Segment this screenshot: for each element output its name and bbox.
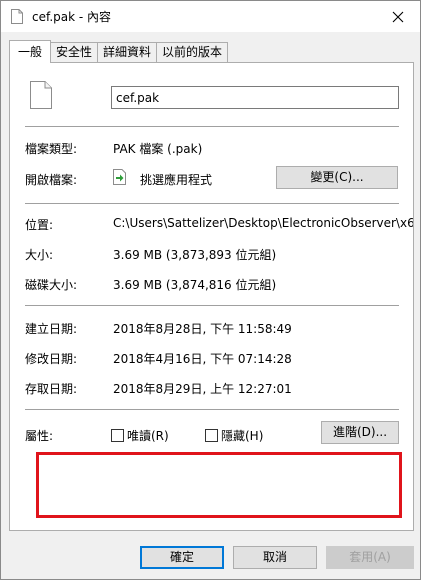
readonly-checkbox-box[interactable] — [111, 429, 124, 442]
window-title: cef.pak - 內容 — [32, 10, 112, 24]
close-button[interactable] — [376, 1, 420, 32]
properties-window: cef.pak - 內容 一般 安全性 詳細資料 以前的版本 檔案類型: PAK… — [0, 0, 421, 580]
size-on-disk-value: 3.69 MB (3,874,816 位元組) — [113, 278, 277, 292]
hidden-checkbox-label: 隱藏(H) — [221, 429, 264, 443]
created-label: 建立日期: — [25, 322, 78, 336]
size-on-disk-label: 磁碟大小: — [25, 278, 78, 292]
tab-strip: 一般 安全性 詳細資料 以前的版本 — [9, 40, 229, 63]
cancel-button[interactable]: 取消 — [233, 546, 317, 569]
created-value: 2018年8月28日, 下午 11:58:49 — [113, 322, 292, 336]
separator — [25, 203, 399, 204]
opens-with-value: 挑選應用程式 — [140, 173, 213, 187]
location-value: C:\Users\Sattelizer\Desktop\ElectronicOb… — [113, 216, 413, 230]
accessed-value: 2018年8月29日, 上午 12:27:01 — [113, 382, 292, 396]
readonly-checkbox-label: 唯讀(R) — [127, 429, 169, 443]
tab-details[interactable]: 詳細資料 — [97, 42, 158, 63]
ok-button[interactable]: 確定 — [140, 546, 224, 569]
size-value: 3.69 MB (3,873,893 位元組) — [113, 248, 277, 262]
hidden-checkbox[interactable]: 隱藏(H) — [205, 427, 263, 444]
app-picker-icon — [113, 169, 126, 185]
tab-general[interactable]: 一般 — [9, 40, 52, 63]
tab-previous-versions[interactable]: 以前的版本 — [156, 42, 229, 63]
apply-button[interactable]: 套用(A) — [326, 546, 414, 569]
size-label: 大小: — [25, 248, 54, 262]
modified-value: 2018年4月16日, 下午 07:14:28 — [113, 352, 292, 366]
file-type-icon — [30, 81, 52, 109]
file-name-input[interactable] — [111, 86, 399, 109]
red-highlight-box — [36, 452, 402, 518]
readonly-checkbox[interactable]: 唯讀(R) — [111, 427, 169, 444]
location-value-clip: C:\Users\Sattelizer\Desktop\ElectronicOb… — [113, 216, 413, 230]
title-bar: cef.pak - 內容 — [1, 1, 420, 32]
tab-security[interactable]: 安全性 — [50, 42, 99, 63]
file-type-value: PAK 檔案 (.pak) — [113, 142, 203, 156]
hidden-checkbox-box[interactable] — [205, 429, 218, 442]
close-icon — [392, 11, 404, 22]
accessed-label: 存取日期: — [25, 382, 78, 396]
file-type-label: 檔案類型: — [25, 142, 78, 156]
file-icon — [11, 9, 23, 24]
modified-label: 修改日期: — [25, 352, 78, 366]
separator — [25, 409, 399, 410]
change-button[interactable]: 變更(C)... — [276, 166, 398, 189]
attributes-label: 屬性: — [25, 429, 54, 443]
advanced-button[interactable]: 進階(D)... — [321, 421, 399, 444]
separator — [25, 126, 399, 127]
opens-with-label: 開啟檔案: — [25, 173, 78, 187]
location-label: 位置: — [25, 218, 54, 232]
separator — [25, 305, 399, 306]
